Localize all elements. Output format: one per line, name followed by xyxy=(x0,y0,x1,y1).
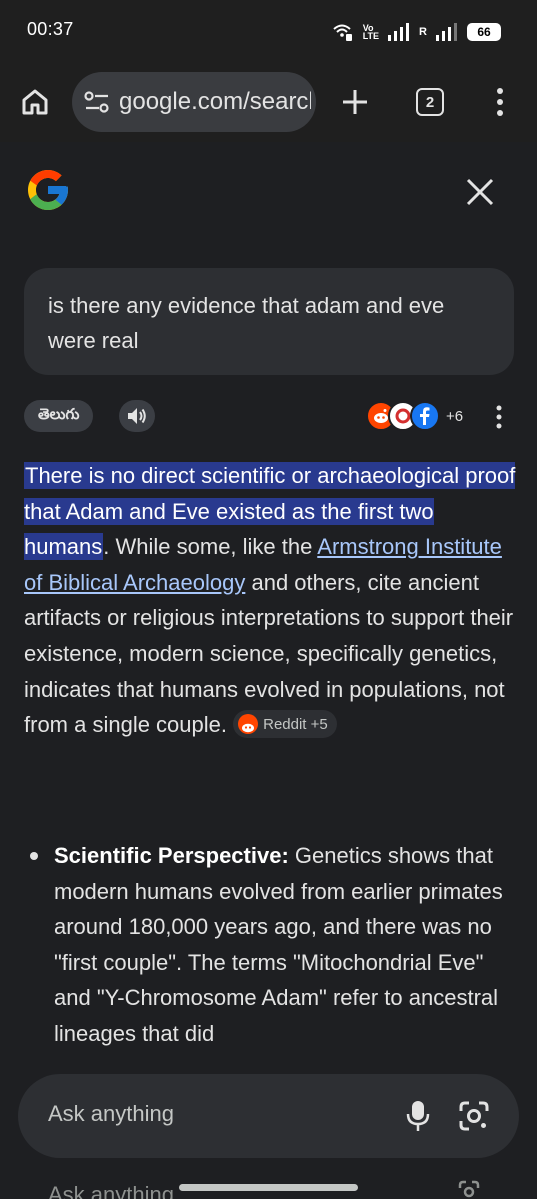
ai-mode-panel: is there any evidence that adam and eve … xyxy=(0,142,537,1199)
home-icon[interactable] xyxy=(20,87,50,117)
facebook-icon xyxy=(410,401,440,431)
signal-icon-2 xyxy=(436,23,457,41)
google-lens-icon[interactable] xyxy=(458,1100,490,1132)
list-item: Scientific Perspective: Genetics shows t… xyxy=(24,838,520,1052)
reddit-icon xyxy=(238,714,259,735)
ghost-lens-icon xyxy=(458,1180,480,1198)
bullet-text: Scientific Perspective: Genetics shows t… xyxy=(54,838,520,1052)
ask-placeholder[interactable]: Ask anything xyxy=(48,1101,174,1127)
new-tab-icon[interactable] xyxy=(340,87,370,117)
url-bar[interactable]: google.com/search xyxy=(72,72,316,132)
answer-paragraph: There is no direct scientific or archaeo… xyxy=(24,458,520,743)
roaming-label: R xyxy=(419,26,427,38)
citation-chip[interactable]: Reddit +5 xyxy=(233,710,337,739)
listen-button[interactable] xyxy=(119,400,155,432)
ask-ghost-text: Ask anything xyxy=(48,1182,174,1199)
query-text: is there any evidence that adam and eve … xyxy=(48,293,445,353)
bullet-dot xyxy=(30,852,38,860)
microphone-icon[interactable] xyxy=(406,1100,430,1132)
site-settings-icon[interactable] xyxy=(84,90,110,114)
sources-count: +6 xyxy=(446,407,464,425)
bullet-body: Genetics shows that modern humans evolve… xyxy=(54,843,503,1046)
signal-icon xyxy=(388,23,410,41)
screen: 00:37 Vo LTE R 66 google.com/search 2 is… xyxy=(0,0,537,1199)
volte-indicator: Vo LTE xyxy=(362,24,380,41)
browser-toolbar: google.com/search 2 xyxy=(0,62,537,142)
bullet-title: Scientific Perspective: xyxy=(54,843,289,868)
status-icons: Vo LTE R 66 xyxy=(332,18,501,46)
language-chip[interactable]: తెలుగు xyxy=(24,400,94,432)
status-time: 00:37 xyxy=(27,19,74,39)
query-bubble: is there any evidence that adam and eve … xyxy=(24,268,514,375)
url-text[interactable]: google.com/search xyxy=(119,88,311,116)
speaker-icon xyxy=(128,408,146,424)
ask-input[interactable]: Ask anything xyxy=(18,1074,519,1158)
tab-switcher-button[interactable]: 2 xyxy=(416,88,444,116)
gesture-home-indicator[interactable] xyxy=(179,1184,358,1191)
battery-icon: 66 xyxy=(467,23,501,41)
google-logo-icon xyxy=(28,170,68,210)
status-bar: 00:37 Vo LTE R 66 xyxy=(0,0,537,62)
volte-bottom-label: LTE xyxy=(362,31,380,41)
citation-label: Reddit +5 xyxy=(263,715,328,733)
more-vert-icon[interactable] xyxy=(490,86,510,118)
answer-text-1: . While some, like the xyxy=(103,534,318,560)
answer-more-icon[interactable] xyxy=(492,404,506,430)
bullet-list: Scientific Perspective: Genetics shows t… xyxy=(24,838,520,1052)
sources-button[interactable]: +6 xyxy=(366,399,463,433)
wifi-call-icon xyxy=(333,24,352,41)
close-icon[interactable] xyxy=(464,176,496,208)
